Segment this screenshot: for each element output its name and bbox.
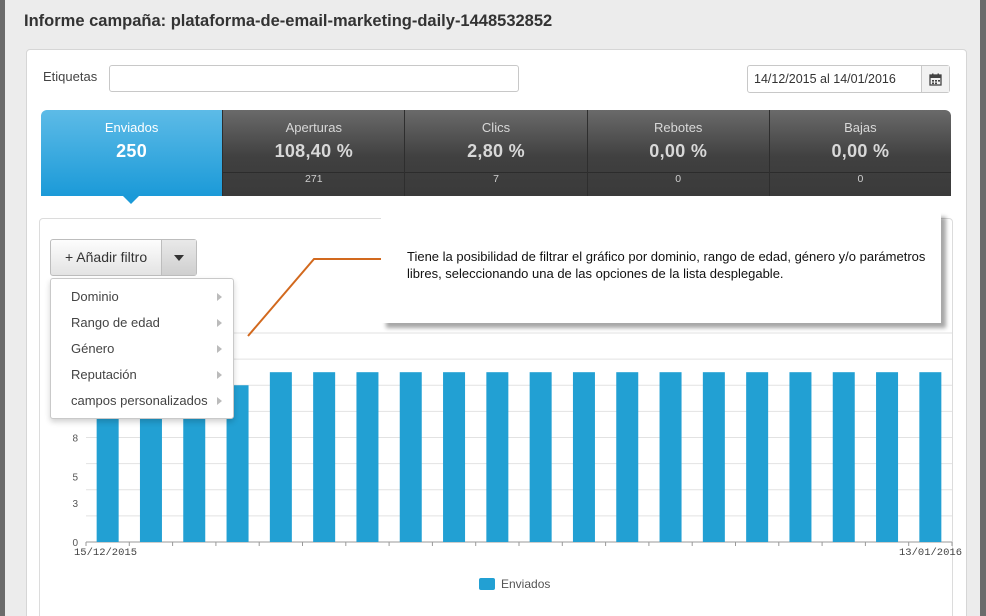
caret-down-icon [174,254,185,261]
chevron-right-icon [217,371,222,379]
callout-box: Tiene la posibilidad de filtrar el gráfi… [381,212,941,323]
tab-clics[interactable]: Clics 2,80 % 7 [404,110,587,196]
tab-count: 0 [675,173,682,185]
tab-bajas[interactable]: Bajas 0,00 % 0 [768,110,952,196]
chevron-right-icon [217,319,222,327]
menu-item-label: Género [71,341,115,356]
stats-tabs: Enviados 250 Aperturas 108,40 % 271 Clic… [41,110,952,196]
active-tab-pointer [123,196,139,204]
date-range-text[interactable]: 14/12/2015 al 14/01/2016 [748,66,921,92]
legend-swatch [479,578,495,590]
chart-legend[interactable]: Enviados [479,577,550,591]
chevron-right-icon [217,293,222,301]
date-range-picker[interactable]: 14/12/2015 al 14/01/2016 [747,65,950,93]
tab-rebotes[interactable]: Rebotes 0,00 % 0 [586,110,769,196]
tab-value: 108,40 % [274,141,354,161]
tab-label: Bajas [844,120,877,135]
menu-item-label: Rango de edad [71,315,160,330]
tab-label: Clics [481,120,511,135]
menu-item-dominio[interactable]: Dominio [51,284,233,310]
menu-item-label: campos personalizados [71,393,208,408]
tab-count: 271 [305,173,323,185]
tags-input[interactable] [109,65,519,92]
menu-item-campos-personalizados[interactable]: campos personalizados [51,388,233,414]
tab-value: 0,00 % [649,141,708,161]
tab-value: 0,00 % [831,141,890,161]
tab-aperturas[interactable]: Aperturas 108,40 % 271 [222,110,405,196]
menu-item-rango-de-edad[interactable]: Rango de edad [51,310,233,336]
tab-label: Aperturas [285,120,342,135]
filter-menu: Dominio Rango de edad Género Reputación … [50,278,234,419]
calendar-button[interactable] [921,66,949,92]
chevron-right-icon [217,397,222,405]
chevron-right-icon [217,345,222,353]
menu-item-genero[interactable]: Género [51,336,233,362]
menu-item-label: Reputación [71,367,137,382]
tab-count: 0 [857,173,864,185]
tab-label: Rebotes [654,120,703,135]
tab-value: 250 [116,141,148,161]
menu-item-label: Dominio [71,289,119,304]
filter-dropdown-toggle[interactable] [162,240,197,275]
legend-label: Enviados [501,577,551,591]
callout-text: Tiene la posibilidad de filtrar el gráfi… [407,249,926,281]
tab-enviados[interactable]: Enviados 250 [41,110,223,196]
window-edge-left [0,0,5,616]
menu-item-reputacion[interactable]: Reputación [51,362,233,388]
calendar-icon [929,73,942,86]
tab-count: 7 [493,173,499,185]
tags-label: Etiquetas [43,69,98,84]
add-filter-group: + Añadir filtro [50,239,198,276]
page-title: Informe campaña: plataforma-de-email-mar… [24,12,553,30]
tab-label: Enviados [104,120,159,135]
tab-value: 2,80 % [467,141,525,161]
add-filter-button[interactable]: + Añadir filtro [51,240,163,275]
window-edge-right [980,0,986,616]
